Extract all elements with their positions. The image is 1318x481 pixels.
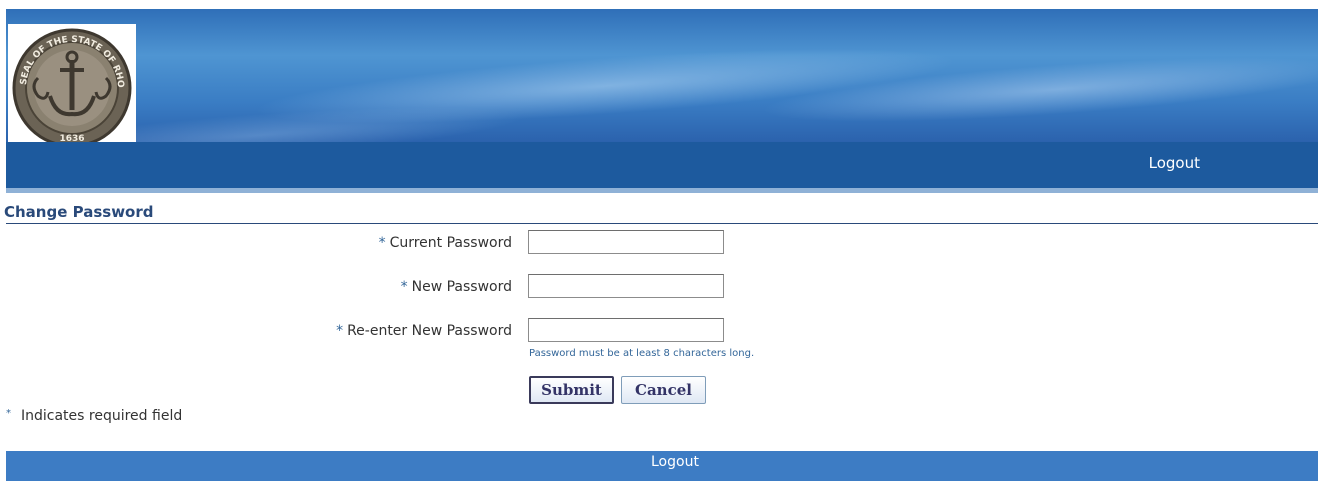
cancel-button[interactable]: Cancel: [621, 376, 706, 404]
banner-decoration: [6, 9, 1318, 142]
new-password-input[interactable]: [528, 274, 724, 298]
required-marker: *: [6, 408, 11, 419]
footer-logout-link[interactable]: Logout: [651, 454, 699, 470]
reenter-password-row: * Re-enter New Password: [0, 318, 1318, 346]
password-hint: Password must be at least 8 characters l…: [529, 348, 755, 359]
required-marker: *: [336, 323, 344, 339]
current-password-input[interactable]: [528, 230, 724, 254]
reenter-password-input[interactable]: [528, 318, 724, 342]
submit-button[interactable]: Submit: [529, 376, 614, 404]
required-marker: *: [378, 235, 386, 251]
required-field-note: * Indicates required field: [6, 408, 182, 424]
logout-link[interactable]: Logout: [1149, 154, 1200, 172]
new-password-label: * New Password: [400, 279, 512, 295]
reenter-password-label: * Re-enter New Password: [336, 323, 512, 339]
current-password-label: * Current Password: [378, 235, 512, 251]
footer-bar: Logout: [6, 451, 1318, 481]
state-seal-logo: SEAL OF THE STATE OF RHODE ISLAND AND PR…: [8, 24, 136, 152]
top-nav-bar: Logout: [6, 142, 1318, 193]
new-password-row: * New Password: [0, 274, 1318, 302]
required-marker: *: [400, 279, 408, 295]
header-banner: [6, 9, 1318, 142]
page-title: Change Password: [4, 203, 154, 221]
required-field-note-text: Indicates required field: [21, 408, 183, 424]
section-divider: [6, 223, 1318, 224]
current-password-row: * Current Password: [0, 230, 1318, 258]
